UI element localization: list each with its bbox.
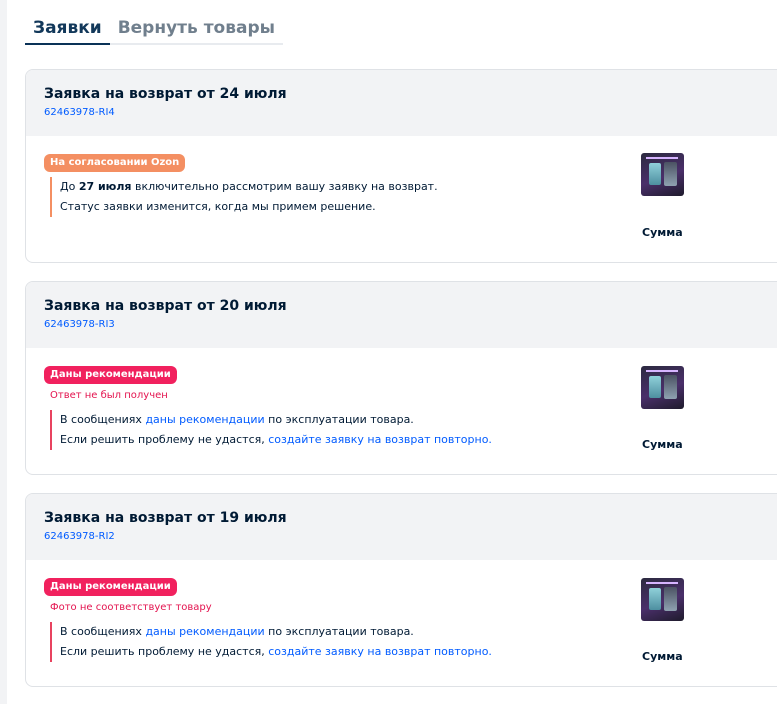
card-header: Заявка на возврат от 19 июля 62463978-RI…: [26, 494, 777, 560]
create-return-again-link[interactable]: создайте заявку на возврат повторно.: [268, 433, 492, 446]
card-title: Заявка на возврат от 24 июля: [44, 86, 287, 102]
product-thumbnail[interactable]: [641, 153, 684, 196]
recommendations-link[interactable]: даны рекомендации: [145, 413, 264, 426]
status-badge: На согласовании Ozon: [44, 154, 186, 172]
status-badge: Даны рекомендации: [44, 578, 177, 596]
card-title: Заявка на возврат от 19 июля: [44, 510, 287, 526]
create-return-again-link[interactable]: создайте заявку на возврат повторно.: [268, 645, 492, 658]
tab-requests[interactable]: Заявки: [25, 16, 110, 45]
status-message: В сообщениях даны рекомендации по эксплу…: [50, 622, 492, 662]
left-border: [0, 0, 7, 704]
card-header: Заявка на возврат от 20 июля 62463978-RI…: [26, 282, 777, 348]
return-request-card[interactable]: Заявка на возврат от 24 июля 62463978-RI…: [25, 69, 777, 263]
sum-label: Сумма: [642, 438, 683, 451]
status-reason: Фото не соответствует товару: [50, 602, 212, 613]
request-number-link[interactable]: 62463978-RI4: [44, 107, 115, 118]
return-request-card[interactable]: Заявка на возврат от 20 июля 62463978-RI…: [25, 281, 777, 475]
status-message: До 27 июля включительно рассмотрим вашу …: [50, 177, 438, 217]
message-line-2: Если решить проблему не удастся, создайт…: [60, 433, 492, 446]
card-header: Заявка на возврат от 24 июля 62463978-RI…: [26, 70, 777, 136]
message-line-1: В сообщениях даны рекомендации по эксплу…: [60, 413, 414, 426]
request-number-link[interactable]: 62463978-RI3: [44, 319, 115, 330]
message-line-2: Статус заявки изменится, когда мы примем…: [60, 200, 376, 213]
card-title: Заявка на возврат от 20 июля: [44, 298, 287, 314]
sum-label: Сумма: [642, 226, 683, 239]
sum-label: Сумма: [642, 650, 683, 663]
request-number-link[interactable]: 62463978-RI2: [44, 531, 115, 542]
status-badge: Даны рекомендации: [44, 366, 177, 384]
status-reason: Ответ не был получен: [50, 390, 168, 401]
message-line-1: В сообщениях даны рекомендации по эксплу…: [60, 625, 414, 638]
return-request-card[interactable]: Заявка на возврат от 19 июля 62463978-RI…: [25, 493, 777, 687]
recommendations-link[interactable]: даны рекомендации: [145, 625, 264, 638]
product-thumbnail[interactable]: [641, 366, 684, 409]
tab-return-goods[interactable]: Вернуть товары: [109, 16, 283, 45]
message-line-1: До 27 июля включительно рассмотрим вашу …: [60, 180, 438, 193]
status-message: В сообщениях даны рекомендации по эксплу…: [50, 410, 492, 450]
message-line-2: Если решить проблему не удастся, создайт…: [60, 645, 492, 658]
tab-bar: Заявки Вернуть товары: [25, 16, 283, 45]
product-thumbnail[interactable]: [641, 578, 684, 621]
